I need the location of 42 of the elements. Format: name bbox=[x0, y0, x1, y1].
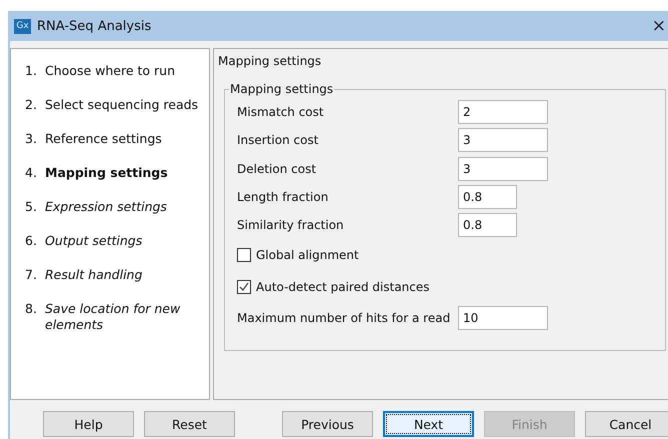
input-field[interactable]: 0.8 bbox=[458, 213, 517, 238]
input-field[interactable]: 2 bbox=[458, 100, 548, 124]
field-label: Insertion cost bbox=[237, 133, 320, 148]
input-field[interactable]: 0.8 bbox=[458, 185, 517, 210]
input-field[interactable]: 3 bbox=[458, 156, 548, 181]
field-label: Similarity fraction bbox=[237, 218, 345, 232]
app-logo-icon: Gx bbox=[14, 18, 31, 34]
dialog-button[interactable]: Cancel bbox=[585, 411, 668, 437]
step-number: 8. bbox=[25, 301, 38, 318]
step-label: Mapping settings bbox=[45, 165, 168, 181]
dialog-button[interactable]: Help bbox=[43, 411, 134, 437]
step-label: Choose where to run bbox=[45, 63, 175, 79]
field-label: Maximum number of hits for a read bbox=[237, 310, 452, 325]
step-number: 1. bbox=[25, 63, 38, 79]
step-number: 6. bbox=[25, 233, 38, 249]
panel-title: Mapping settings bbox=[218, 54, 322, 68]
dialog-button[interactable]: Reset bbox=[144, 411, 235, 437]
step-label: Result handling bbox=[45, 267, 142, 283]
step-number: 4. bbox=[25, 165, 38, 181]
step-number: 7. bbox=[25, 267, 38, 283]
step-label: Expression settings bbox=[45, 199, 167, 215]
field-label: Deletion cost bbox=[237, 162, 318, 176]
close-button[interactable]: × bbox=[652, 16, 668, 36]
step-label: Reference settings bbox=[45, 131, 162, 147]
input-field[interactable]: 10 bbox=[458, 306, 548, 330]
checkbox-label: Auto-detect paired distances bbox=[256, 280, 430, 294]
field-label: Mismatch cost bbox=[237, 105, 325, 120]
window-title: RNA-Seq Analysis bbox=[37, 18, 152, 34]
group-title: Mapping settings bbox=[229, 82, 334, 96]
step-number: 3. bbox=[25, 131, 38, 147]
checkbox[interactable] bbox=[237, 248, 251, 262]
step-label: Output settings bbox=[45, 233, 142, 249]
dialog-button[interactable]: Previous bbox=[282, 411, 373, 437]
checkbox-label: Global alignment bbox=[256, 248, 359, 262]
checkbox[interactable] bbox=[237, 280, 251, 294]
step-number: 5. bbox=[25, 199, 38, 215]
step-label: Select sequencing reads bbox=[45, 97, 198, 113]
step-label: Save location for new elements bbox=[45, 301, 182, 333]
dialog-button[interactable]: Next bbox=[383, 411, 474, 437]
field-label: Length fraction bbox=[237, 190, 330, 204]
step-number: 2. bbox=[25, 97, 38, 113]
input-field[interactable]: 3 bbox=[458, 128, 548, 152]
